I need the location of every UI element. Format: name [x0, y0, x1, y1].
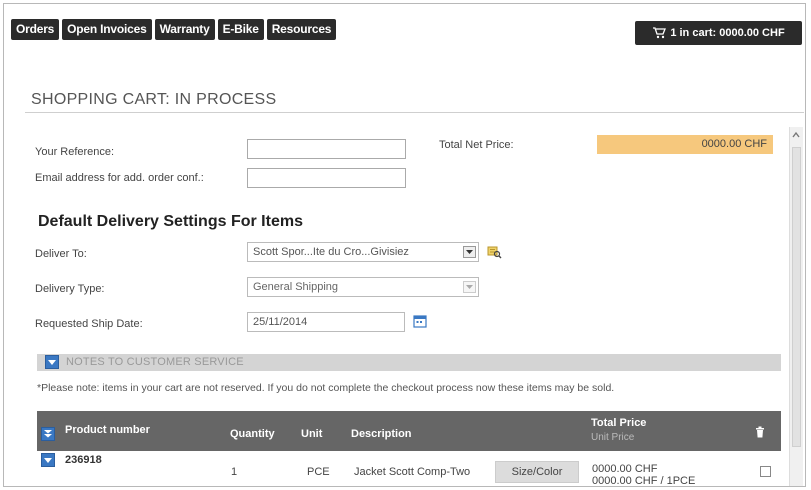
nav-orders[interactable]: Orders	[11, 19, 60, 40]
cart-table-header: Product number Quantity Unit Description…	[37, 411, 781, 451]
title-divider	[25, 112, 804, 113]
deliver-to-label: Deliver To:	[35, 248, 87, 260]
delivery-type-select[interactable]: General Shipping	[247, 277, 479, 297]
address-lookup-icon[interactable]	[486, 244, 502, 265]
cart-button[interactable]: 1 in cart: 0000.00 CHF	[635, 21, 802, 45]
delivery-type-label: Delivery Type:	[35, 283, 105, 295]
calendar-icon[interactable]	[413, 314, 427, 333]
notes-expand-toggle[interactable]	[45, 355, 59, 369]
reference-input[interactable]	[247, 139, 406, 159]
nav-open-invoices[interactable]: Open Invoices	[62, 19, 152, 40]
column-unit-price: Unit Price	[591, 432, 635, 443]
cart-icon	[652, 27, 667, 39]
total-net-price-label: Total Net Price:	[439, 139, 514, 151]
chevron-down-icon	[48, 359, 56, 365]
ship-date-label: Requested Ship Date:	[35, 318, 143, 330]
ship-date-input[interactable]: 25/11/2014	[247, 312, 405, 332]
nav-resources[interactable]: Resources	[266, 19, 337, 40]
column-unit: Unit	[301, 428, 323, 440]
description: Jacket Scott Comp-Two	[354, 466, 471, 478]
row-unit-price: 0000.00 CHF / 1PCE	[592, 475, 696, 487]
page-title: SHOPPING CART: IN PROCESS	[31, 91, 277, 108]
delivery-type-value: General Shipping	[253, 281, 339, 293]
delivery-type-dropdown-arrow[interactable]	[463, 281, 476, 293]
unit: PCE	[307, 466, 330, 478]
ship-date-value: 25/11/2014	[253, 316, 308, 328]
cart-reservation-warning: *Please note: items in your cart are not…	[37, 382, 615, 394]
size-color-button[interactable]: Size/Color	[495, 461, 579, 483]
scroll-up-icon[interactable]	[790, 130, 802, 140]
chevron-down-icon	[44, 457, 52, 463]
row-select-checkbox[interactable]	[760, 466, 771, 477]
column-product-number: Product number	[65, 424, 150, 436]
chevron-down-icon	[466, 285, 473, 289]
delivery-settings-title: Default Delivery Settings For Items	[38, 213, 303, 230]
row-expand-toggle[interactable]	[41, 453, 55, 467]
email-label: Email address for add. order conf.:	[35, 172, 204, 184]
vertical-scrollbar[interactable]	[789, 127, 803, 486]
nav-e-bike[interactable]: E-Bike	[217, 19, 264, 40]
deliver-to-dropdown-arrow[interactable]	[463, 246, 476, 258]
top-nav: Orders Open Invoices Warranty E-Bike Res…	[11, 19, 337, 40]
scrollbar-thumb[interactable]	[792, 147, 801, 447]
notes-to-customer-service-bar[interactable]: NOTES TO CUSTOMER SERVICE	[37, 354, 781, 371]
expand-all-toggle[interactable]	[41, 427, 55, 441]
deliver-to-value: Scott Spor...Ite du Cro...Givisiez	[253, 246, 409, 258]
column-description: Description	[351, 428, 412, 440]
trash-icon[interactable]	[755, 425, 765, 443]
table-row: 236918 1 PCE Jacket Scott Comp-Two Size/…	[37, 453, 781, 487]
reference-label: Your Reference:	[35, 146, 115, 158]
cart-summary: 1 in cart: 0000.00 CHF	[670, 27, 785, 39]
expand-all-icon	[44, 430, 52, 438]
quantity: 1	[231, 466, 238, 478]
nav-warranty[interactable]: Warranty	[154, 19, 215, 40]
total-net-price-value: 0000.00 CHF	[597, 135, 773, 154]
deliver-to-select[interactable]: Scott Spor...Ite du Cro...Givisiez	[247, 242, 479, 262]
column-quantity: Quantity	[230, 428, 275, 440]
column-total-price: Total Price	[591, 417, 647, 429]
chevron-down-icon	[466, 250, 473, 254]
page-frame: Orders Open Invoices Warranty E-Bike Res…	[3, 3, 806, 487]
row-total-price: 0000.00 CHF	[592, 463, 658, 475]
product-number[interactable]: 236918	[65, 454, 102, 466]
email-input[interactable]	[247, 168, 406, 188]
notes-label: NOTES TO CUSTOMER SERVICE	[66, 356, 244, 368]
